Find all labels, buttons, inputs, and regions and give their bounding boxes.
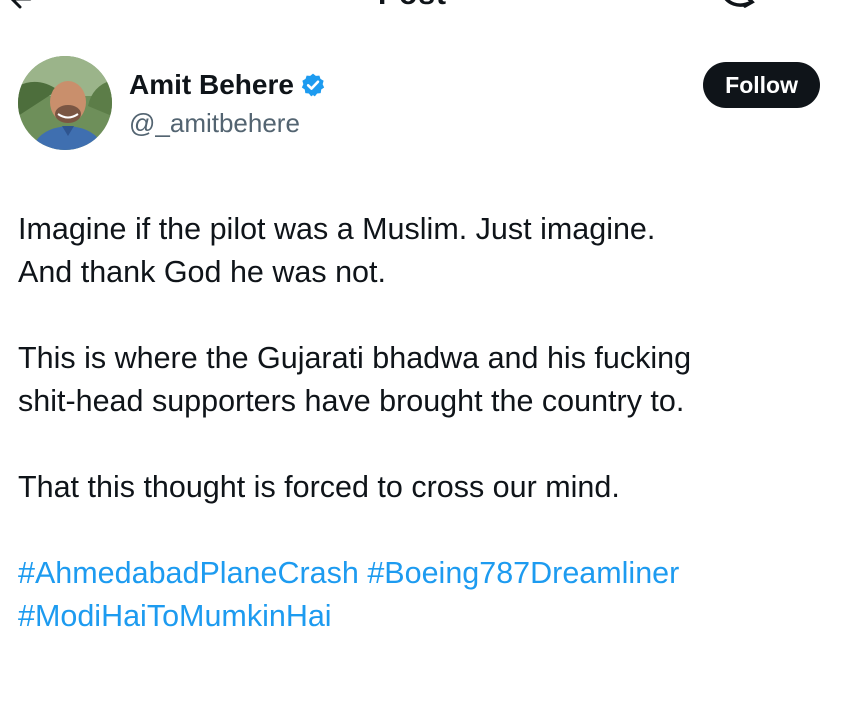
author-handle[interactable]: @_amitbehere — [129, 108, 326, 139]
page-title: Post — [378, 0, 447, 12]
tweet-line: And thank God he was not. — [18, 255, 386, 289]
hashtag-link[interactable]: #AhmedabadPlaneCrash — [18, 556, 359, 590]
hashtag-link[interactable]: #Boeing787Dreamliner — [367, 556, 679, 590]
arrow-left-icon[interactable] — [8, 0, 34, 12]
hashtag-list: #AhmedabadPlaneCrash #Boeing787Dreamline… — [18, 552, 838, 638]
top-bar: Post — [0, 0, 854, 12]
tweet-text: Imagine if the pilot was a Muslim. Just … — [18, 208, 838, 638]
reply-icon[interactable] — [716, 0, 756, 10]
tweet-line: That this thought is forced to cross our… — [18, 470, 620, 504]
display-name-row: Amit Behere — [129, 68, 326, 102]
tweet-line: This is where the Gujarati bhadwa and hi… — [18, 341, 692, 375]
tweet-paragraph: Imagine if the pilot was a Muslim. Just … — [18, 208, 838, 294]
author-name-block: Amit Behere @_amitbehere — [129, 68, 326, 139]
follow-button[interactable]: Follow — [703, 62, 820, 108]
hashtag-link[interactable]: #ModiHaiToMumkinHai — [18, 599, 332, 633]
avatar[interactable] — [18, 56, 112, 150]
author-row: Amit Behere @_amitbehere Follow — [18, 56, 836, 156]
verified-badge-icon — [301, 73, 325, 97]
tweet-line: shit-head supporters have brought the co… — [18, 384, 685, 418]
avatar-photo — [18, 56, 112, 150]
tweet-paragraph: This is where the Gujarati bhadwa and hi… — [18, 337, 838, 423]
display-name[interactable]: Amit Behere — [129, 69, 294, 101]
tweet-line: Imagine if the pilot was a Muslim. Just … — [18, 212, 656, 246]
tweet-paragraph: That this thought is forced to cross our… — [18, 466, 838, 509]
